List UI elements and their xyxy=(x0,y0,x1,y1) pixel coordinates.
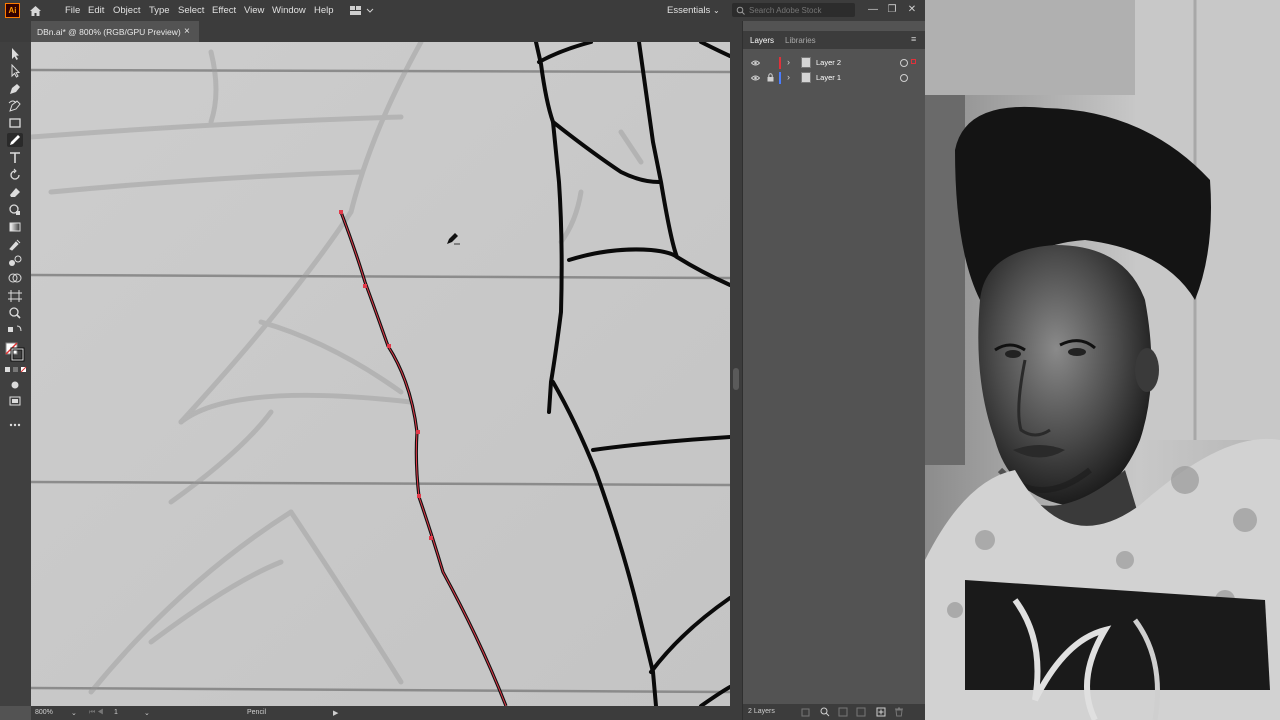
layer-color-swatch xyxy=(779,57,781,69)
menu-view[interactable]: View xyxy=(244,5,264,16)
scale-tool-icon[interactable] xyxy=(7,202,23,216)
draw-mode-icon[interactable] xyxy=(7,378,23,392)
layer-target-icon[interactable] xyxy=(900,59,908,67)
new-sublayer-icon[interactable] xyxy=(856,707,866,717)
zoom-dropdown-icon[interactable]: ⌄ xyxy=(71,709,77,717)
artboard-dropdown-icon[interactable]: ⌄ xyxy=(144,709,150,717)
artboard-canvas[interactable] xyxy=(31,42,730,706)
workspace-switcher[interactable]: Essentials ⌄ xyxy=(667,5,720,16)
scrollbar-thumb[interactable] xyxy=(733,368,739,390)
rotate-tool-icon[interactable] xyxy=(7,168,23,182)
pencil-tool-icon[interactable] xyxy=(7,133,23,147)
tools-panel xyxy=(0,42,31,706)
menu-file[interactable]: File xyxy=(65,5,80,16)
type-tool-icon[interactable] xyxy=(7,151,23,165)
clipping-mask-icon[interactable] xyxy=(838,707,848,717)
export-icon[interactable] xyxy=(801,707,811,717)
menu-type[interactable]: Type xyxy=(149,5,170,16)
layers-panel: Layers Libraries ≡ › Layer 2 › Layer 1 2… xyxy=(742,21,925,720)
status-arrow-icon[interactable]: ▶ xyxy=(333,709,338,717)
stock-search[interactable] xyxy=(732,3,855,17)
layer-count: 2 Layers xyxy=(748,708,775,715)
locate-object-icon[interactable] xyxy=(820,707,830,717)
curvature-tool-icon[interactable] xyxy=(7,99,23,113)
artboard-number[interactable]: 1 xyxy=(114,709,118,716)
restore-button[interactable]: ❐ xyxy=(885,3,899,17)
current-tool-label: Pencil xyxy=(247,709,267,716)
layer-row[interactable]: › Layer 2 xyxy=(743,56,925,70)
gradient-tool-icon[interactable] xyxy=(7,220,23,234)
zoom-level[interactable]: 800% xyxy=(35,709,53,716)
webcam-video-feed xyxy=(925,0,1280,720)
lock-icon[interactable] xyxy=(767,73,774,82)
document-tab-title: DBn.ai* @ 800% (RGB/GPU Preview) xyxy=(37,27,181,37)
canvas-vertical-scrollbar[interactable] xyxy=(730,42,742,706)
document-tab-bar: DBn.ai* @ 800% (RGB/GPU Preview) × xyxy=(0,21,742,42)
selection-tool-icon[interactable] xyxy=(7,47,23,61)
tab-layers[interactable]: Layers xyxy=(750,36,774,45)
color-mode-icons[interactable] xyxy=(5,366,27,374)
minimize-button[interactable]: — xyxy=(866,3,880,17)
zoom-tool-icon[interactable] xyxy=(7,306,23,320)
visibility-eye-icon[interactable] xyxy=(751,74,760,82)
layer-row[interactable]: › Layer 1 xyxy=(743,71,925,85)
panel-menu-icon[interactable]: ≡ xyxy=(911,34,916,44)
menu-window[interactable]: Window xyxy=(272,5,306,16)
visibility-eye-icon[interactable] xyxy=(751,59,760,67)
new-layer-icon[interactable] xyxy=(876,707,886,717)
close-tab-icon[interactable]: × xyxy=(184,26,190,37)
first-artboard-icon[interactable]: ⏮ ◀ xyxy=(89,709,104,717)
more-tools-icon[interactable] xyxy=(7,418,23,432)
layer-thumbnail xyxy=(801,57,811,68)
screen-mode-icon[interactable] xyxy=(7,394,23,408)
direct-selection-tool-icon[interactable] xyxy=(7,63,23,78)
shape-builder-tool-icon[interactable] xyxy=(7,271,23,285)
layer-target-icon[interactable] xyxy=(900,74,908,82)
document-tab[interactable]: DBn.ai* @ 800% (RGB/GPU Preview) × xyxy=(31,21,199,42)
layer-thumbnail xyxy=(801,72,811,83)
blend-tool-icon[interactable] xyxy=(7,254,23,268)
swap-fill-stroke-icon[interactable] xyxy=(7,324,23,334)
layers-panel-footer: 2 Layers xyxy=(743,704,925,720)
menu-select[interactable]: Select xyxy=(178,5,204,16)
fill-stroke-swatch[interactable] xyxy=(5,342,25,362)
artboard-tool-icon[interactable] xyxy=(7,289,23,303)
expand-chevron-icon[interactable]: › xyxy=(787,72,790,82)
illustrator-logo-icon: Ai xyxy=(5,3,20,18)
menu-bar: Ai File Edit Object Type Select Effect V… xyxy=(0,0,925,21)
status-bar: 800% ⌄ ⏮ ◀ 1 ⌄ Pencil ▶ xyxy=(31,706,742,720)
layer-color-swatch xyxy=(779,72,781,84)
menu-object[interactable]: Object xyxy=(113,5,140,16)
eyedropper-tool-icon[interactable] xyxy=(7,237,23,251)
layer-selected-indicator-icon[interactable] xyxy=(911,59,916,64)
expand-chevron-icon[interactable]: › xyxy=(787,57,790,67)
delete-layer-icon[interactable] xyxy=(894,707,904,717)
menu-effect[interactable]: Effect xyxy=(212,5,236,16)
pen-tool-icon[interactable] xyxy=(7,82,23,96)
arrange-documents-icon[interactable] xyxy=(349,4,375,17)
tab-libraries[interactable]: Libraries xyxy=(785,36,816,45)
eraser-tool-icon[interactable] xyxy=(7,185,23,199)
close-window-button[interactable]: ✕ xyxy=(905,3,919,17)
panel-tabs: Layers Libraries ≡ xyxy=(743,31,925,49)
home-icon[interactable] xyxy=(28,3,43,18)
layer-name[interactable]: Layer 1 xyxy=(816,73,841,82)
rectangle-tool-icon[interactable] xyxy=(7,116,23,130)
search-icon xyxy=(736,6,745,15)
menu-edit[interactable]: Edit xyxy=(88,5,104,16)
search-input[interactable] xyxy=(749,4,849,16)
layer-name[interactable]: Layer 2 xyxy=(816,58,841,67)
menu-help[interactable]: Help xyxy=(314,5,334,16)
